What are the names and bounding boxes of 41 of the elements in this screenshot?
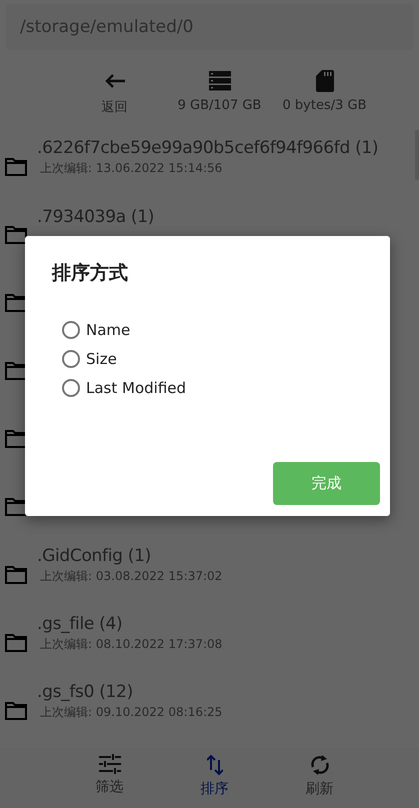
folder-name: .GidConfig (1) bbox=[37, 546, 151, 566]
folder-name: .gs_file (4) bbox=[37, 614, 122, 634]
done-button[interactable]: 完成 bbox=[273, 462, 380, 505]
storage-info-button[interactable]: 0 bytes/3 GB bbox=[272, 64, 377, 124]
toolbar-label: 9 GB/107 GB bbox=[178, 98, 262, 113]
modified-date: 上次编辑: 09.10.2022 08:16:25 bbox=[40, 704, 222, 720]
folder-icon bbox=[5, 158, 27, 176]
sort-option[interactable]: Last Modified bbox=[52, 379, 186, 397]
toolbar-label: 返回 bbox=[102, 99, 128, 116]
folder-icon bbox=[5, 430, 27, 448]
storage-info-button[interactable]: 9 GB/107 GB bbox=[167, 64, 272, 124]
back-button[interactable]: 返回 bbox=[62, 64, 167, 124]
sort-option[interactable]: Size bbox=[52, 350, 117, 368]
radio-button[interactable] bbox=[62, 379, 80, 397]
sliders-icon bbox=[98, 754, 120, 774]
nav-tab[interactable]: 筛选 bbox=[57, 748, 162, 808]
sort-arrows-icon bbox=[206, 754, 222, 776]
sd-card-icon bbox=[316, 70, 334, 92]
folder-icon bbox=[5, 702, 27, 720]
folder-icon bbox=[5, 566, 27, 584]
nav-tab[interactable]: 刷新 bbox=[267, 748, 372, 808]
folder-icon bbox=[5, 226, 27, 244]
modified-date: 上次编辑: 03.08.2022 15:37:02 bbox=[40, 568, 222, 584]
folder-icon bbox=[5, 498, 27, 516]
folder-icon bbox=[5, 362, 27, 380]
folder-name: .gs_fs0 (12) bbox=[37, 682, 133, 702]
modified-date: 上次编辑: 08.10.2022 17:37:08 bbox=[40, 636, 222, 652]
refresh-icon bbox=[310, 754, 330, 776]
storage-icon bbox=[208, 71, 230, 91]
radio-button[interactable] bbox=[62, 350, 80, 368]
back-arrow-icon bbox=[104, 73, 126, 89]
nav-tab[interactable]: 排序 bbox=[162, 748, 267, 808]
radio-button[interactable] bbox=[62, 321, 80, 339]
folder-name: .7934039a (1) bbox=[37, 207, 154, 227]
sort-option[interactable]: Name bbox=[52, 321, 130, 339]
dialog-title: 排序方式 bbox=[52, 261, 128, 286]
toolbar-label: 0 bytes/3 GB bbox=[282, 98, 366, 113]
folder-icon bbox=[5, 294, 27, 312]
folder-icon bbox=[5, 634, 27, 652]
modified-date: 上次编辑: 13.06.2022 15:14:56 bbox=[40, 160, 222, 176]
folder-name: .6226f7cbe59e99a90b5cef6f94f966fd (1) bbox=[37, 138, 378, 158]
